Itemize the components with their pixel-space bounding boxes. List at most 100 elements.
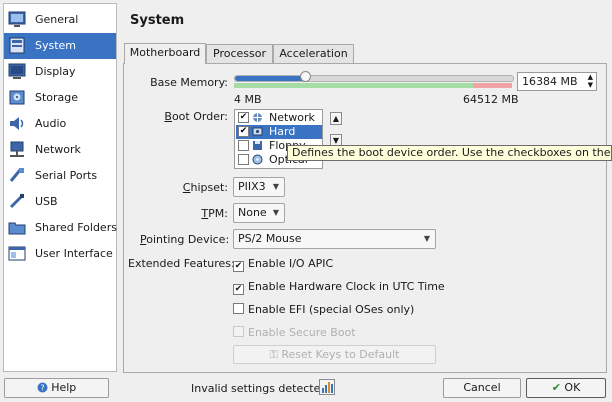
sidebar-item-label: Serial Ports <box>35 169 98 182</box>
io-apic-label: Enable I/O APIC <box>248 257 334 270</box>
sidebar-item-shared-folders[interactable]: Shared Folders <box>4 215 117 241</box>
efi-label: Enable EFI (special OSes only) <box>248 303 415 316</box>
system-icon <box>9 37 25 54</box>
key-icon: ⚿ <box>269 348 282 361</box>
sidebar-item-general[interactable]: General <box>4 7 116 33</box>
extended-features-label: Extended Features: <box>128 257 235 270</box>
ok-label: OK <box>564 381 581 394</box>
memory-max-label: 64512 MB <box>463 93 519 106</box>
tab-motherboard[interactable]: Motherboard <box>124 43 206 64</box>
pointing-device-combobox[interactable]: PS/2 Mouse ▼ <box>233 229 436 249</box>
sidebar-item-label: General <box>35 13 79 26</box>
network-icon <box>10 141 24 157</box>
chipset-label: Chipset: <box>182 181 228 194</box>
audio-icon <box>10 117 24 130</box>
pointing-device-label: Pointing Device: <box>140 233 230 246</box>
chevron-down-icon: ▼ <box>272 182 279 191</box>
sidebar-item-audio[interactable]: Audio <box>4 111 116 137</box>
checkbox-mark <box>233 303 244 314</box>
general-icon <box>8 11 26 27</box>
tab-label: Acceleration <box>279 47 348 60</box>
chevron-down-icon: ▼ <box>423 234 430 243</box>
tab-label: Motherboard <box>129 46 201 59</box>
network-boot-icon <box>253 113 262 122</box>
sidebar-item-serial-ports[interactable]: Serial Ports <box>4 163 116 189</box>
cancel-button[interactable]: Cancel <box>443 378 521 398</box>
arrow-up-icon: ▲ <box>332 114 340 123</box>
chipset-value: PIIX3 <box>238 180 266 193</box>
floppy-icon <box>253 141 262 150</box>
move-up-button[interactable]: ▲ <box>330 112 342 125</box>
help-button[interactable]: ? Help <box>4 378 109 398</box>
utc-clock-checkbox[interactable]: ✔ Enable Hardware Clock in UTC Time <box>233 280 445 295</box>
sidebar-item-label: Audio <box>35 117 67 130</box>
tab-label: Processor <box>213 47 266 60</box>
boot-optical-checkbox[interactable] <box>238 154 249 165</box>
reset-keys-button: ⚿ Reset Keys to Default <box>233 345 436 364</box>
base-memory-slider[interactable] <box>234 75 514 82</box>
sidebar-item-label: Network <box>35 143 81 156</box>
checkbox-mark: ✔ <box>233 261 244 272</box>
chipset-combobox[interactable]: PIIX3 ▼ <box>233 177 285 197</box>
sidebar-item-usb[interactable]: USB <box>4 189 116 215</box>
svg-text:?: ? <box>40 384 44 393</box>
tab-acceleration[interactable]: Acceleration <box>273 44 354 63</box>
warning-icon[interactable] <box>319 379 335 395</box>
cancel-label: Cancel <box>463 381 501 394</box>
sidebar-item-label: Storage <box>35 91 79 104</box>
sidebar-item-label: Shared Folders <box>35 221 117 234</box>
boot-item-hard-disk[interactable]: ✔ Hard Disk <box>236 125 322 151</box>
sidebar-item-label: System <box>35 39 77 52</box>
sidebar-item-storage[interactable]: Storage <box>4 85 116 111</box>
boot-floppy-checkbox[interactable] <box>238 140 249 151</box>
sidebar-item-user-interface[interactable]: User Interface <box>4 241 116 267</box>
tpm-value: None <box>238 206 267 219</box>
check-icon: ✔ <box>551 381 561 394</box>
boot-item-label: Network <box>269 111 315 124</box>
sidebar-item-system[interactable]: System <box>4 33 116 59</box>
sidebar-item-display[interactable]: Display <box>4 59 116 85</box>
usb-icon <box>9 194 24 209</box>
tpm-label: TPM: <box>201 207 228 220</box>
memory-range-bar <box>234 83 512 88</box>
boot-item-network[interactable]: ✔ Network <box>236 111 322 125</box>
serial-ports-icon <box>9 168 24 182</box>
user-interface-icon <box>8 246 26 261</box>
sidebar-item-label: USB <box>35 195 58 208</box>
optical-icon <box>252 154 263 165</box>
status-text: Invalid settings detected <box>191 382 328 395</box>
spin-arrows-icon[interactable]: ▲ ▼ <box>588 73 593 89</box>
memory-danger-range <box>473 83 512 88</box>
checkbox-mark: ✔ <box>233 284 244 295</box>
ok-button[interactable]: ✔ OK <box>526 378 606 398</box>
base-memory-spinbox[interactable]: 16384 MB ▲ ▼ <box>517 72 597 91</box>
utc-clock-label: Enable Hardware Clock in UTC Time <box>248 280 445 293</box>
slider-handle[interactable] <box>300 71 311 82</box>
hard-disk-icon <box>252 127 263 136</box>
efi-checkbox[interactable]: Enable EFI (special OSes only) <box>233 303 414 316</box>
secure-boot-label: Enable Secure Boot <box>248 326 356 339</box>
help-icon: ? <box>37 382 48 393</box>
io-apic-checkbox[interactable]: ✔ Enable I/O APIC <box>233 257 333 272</box>
pointing-device-value: PS/2 Mouse <box>238 232 302 245</box>
storage-icon <box>9 90 25 105</box>
display-icon <box>8 63 26 79</box>
sidebar-item-label: Display <box>35 65 76 78</box>
arrow-down-icon: ▼ <box>332 136 340 145</box>
boot-order-label: Boot Order: <box>164 110 228 123</box>
memory-safe-range <box>234 83 473 88</box>
reset-keys-label: Reset Keys to Default <box>281 348 400 361</box>
base-memory-value: 16384 MB <box>522 75 578 88</box>
boot-hard-disk-checkbox[interactable]: ✔ <box>238 126 249 137</box>
help-label: Help <box>51 381 77 394</box>
page-title: System <box>130 13 185 28</box>
base-memory-label: Base Memory: <box>150 76 228 89</box>
sidebar-item-network[interactable]: Network <box>4 137 116 163</box>
checkbox-mark <box>233 326 244 337</box>
tab-processor[interactable]: Processor <box>206 44 273 63</box>
secure-boot-checkbox: Enable Secure Boot <box>233 326 356 339</box>
memory-min-label: 4 MB <box>234 93 262 106</box>
tpm-combobox[interactable]: None ▼ <box>233 203 285 223</box>
boot-network-checkbox[interactable]: ✔ <box>238 112 249 123</box>
slider-fill <box>235 76 306 81</box>
